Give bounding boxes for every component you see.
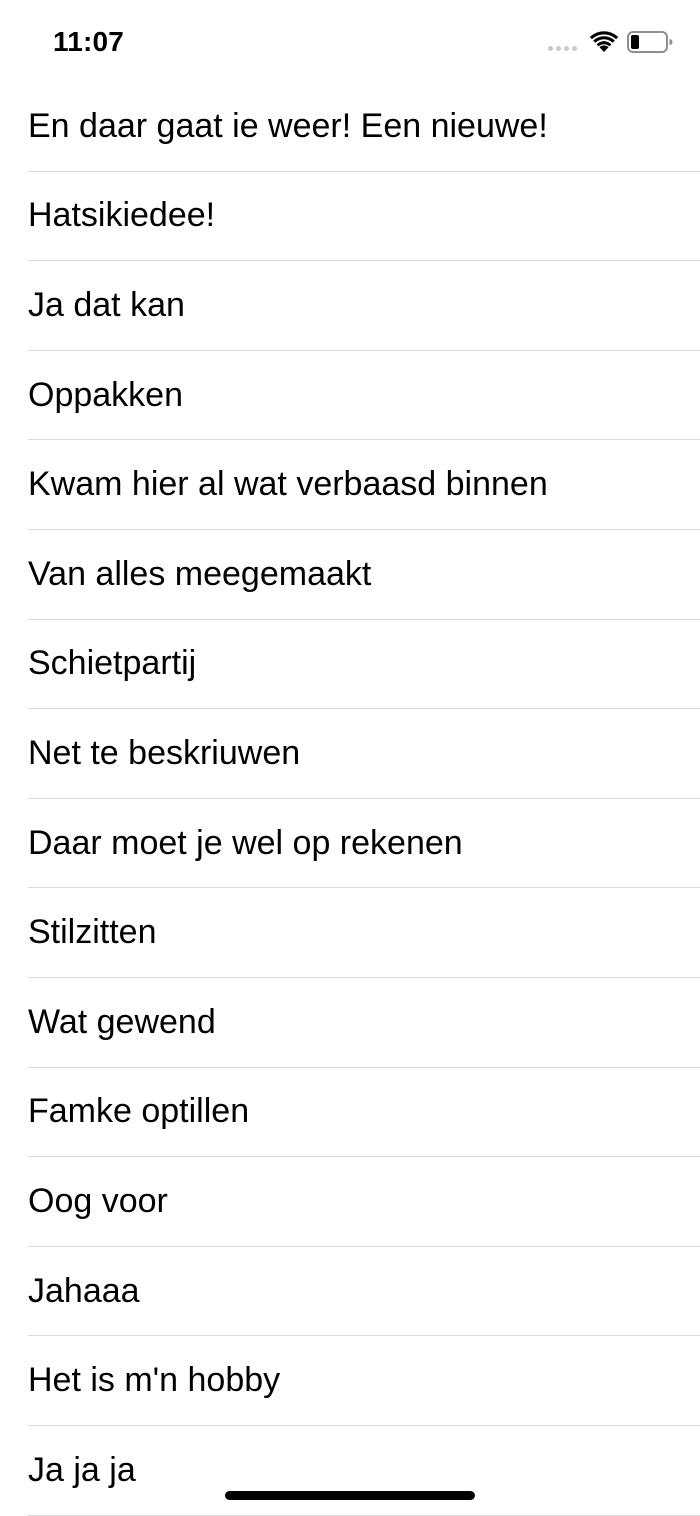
list-item[interactable]: Ja dat kan <box>28 261 700 351</box>
status-time: 11:07 <box>53 26 125 57</box>
list-item[interactable]: Oog voor <box>28 1157 700 1247</box>
battery-icon <box>627 31 673 53</box>
signal-dots-icon <box>548 46 577 51</box>
list-item[interactable]: Ja ja ja <box>28 1426 700 1516</box>
wifi-icon <box>589 31 619 52</box>
phrase-list: En daar gaat ie weer! Een nieuwe! Hatsik… <box>0 82 700 1516</box>
list-item[interactable]: Het is m'n hobby <box>28 1336 700 1426</box>
list-item[interactable]: En daar gaat ie weer! Een nieuwe! <box>28 82 700 172</box>
list-item[interactable]: Hatsikiedee! <box>28 172 700 262</box>
list-item[interactable]: Kwam hier al wat verbaasd binnen <box>28 440 700 530</box>
list-item[interactable]: Daar moet je wel op rekenen <box>28 799 700 889</box>
list-item[interactable]: Jahaaa <box>28 1247 700 1337</box>
list-item[interactable]: Net te beskriuwen <box>28 709 700 799</box>
home-indicator[interactable] <box>225 1491 475 1500</box>
list-item[interactable]: Van alles meegemaakt <box>28 530 700 620</box>
status-bar: 11:07 <box>0 0 700 84</box>
list-item[interactable]: Oppakken <box>28 351 700 441</box>
list-item[interactable]: Wat gewend <box>28 978 700 1068</box>
list-item[interactable]: Stilzitten <box>28 888 700 978</box>
list-item[interactable]: Schietpartij <box>28 620 700 710</box>
list-item[interactable]: Famke optillen <box>28 1068 700 1158</box>
